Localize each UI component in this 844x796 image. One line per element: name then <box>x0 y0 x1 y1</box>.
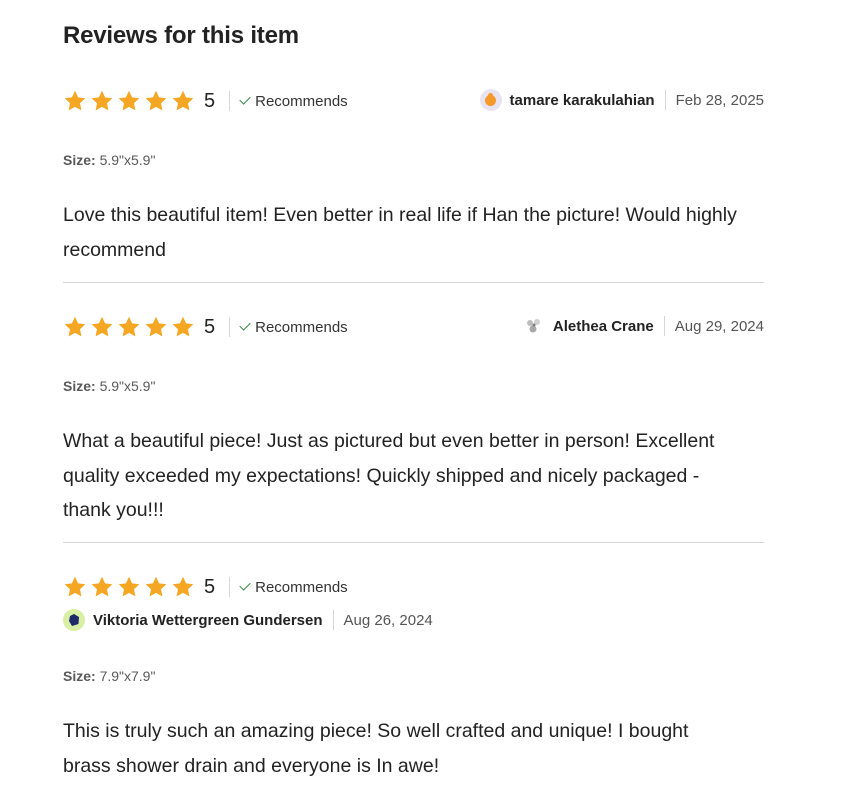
size-label: Size: <box>63 378 96 394</box>
size-info: Size: 7.9"x7.9" <box>63 668 155 684</box>
star-icon <box>171 89 195 113</box>
size-info: Size: 5.9"x5.9" <box>63 152 155 168</box>
size-value: 7.9"x7.9" <box>99 668 156 684</box>
avatar[interactable] <box>479 89 502 111</box>
star-icon <box>63 315 87 339</box>
reviewer-info: tamare karakulahian Feb 28, 2025 <box>479 88 764 112</box>
rating-row: 5 Recommends <box>63 314 348 340</box>
size-value: 5.9"x5.9" <box>99 378 156 394</box>
reviewer-name[interactable]: Alethea Crane <box>553 318 654 335</box>
size-label: Size: <box>63 152 96 168</box>
check-icon <box>239 319 251 331</box>
review-date: Aug 26, 2024 <box>343 611 433 629</box>
size-value: 5.9"x5.9" <box>99 152 156 168</box>
review-divider <box>63 282 764 283</box>
recommends-badge: Recommends <box>239 579 348 596</box>
star-icon <box>63 89 87 113</box>
rating-value: 5 <box>204 89 216 112</box>
reviewer-info: Viktoria Wettergreen Gundersen Aug 26, 2… <box>63 608 433 632</box>
check-icon <box>239 93 251 105</box>
rating-value: 5 <box>204 575 216 598</box>
star-icon <box>171 315 195 339</box>
star-rating <box>63 89 195 113</box>
recommends-label: Recommends <box>255 92 348 110</box>
avatar[interactable] <box>63 609 85 631</box>
review-item: 5 Recommends tamare karakulahian Feb 28,… <box>63 88 764 283</box>
reviewer-info: Alethea Crane Aug 29, 2024 <box>522 314 764 338</box>
star-icon <box>90 315 114 339</box>
star-icon <box>144 315 168 339</box>
review-text: What a beautiful piece! Just as pictured… <box>63 430 715 521</box>
divider <box>663 316 665 336</box>
check-icon <box>239 579 251 591</box>
review-divider <box>63 542 764 543</box>
review-text: This is truly such an amazing piece! So … <box>63 720 689 777</box>
star-icon <box>144 89 168 113</box>
star-icon <box>90 575 114 599</box>
recommends-badge: Recommends <box>239 319 348 336</box>
star-rating <box>63 575 195 599</box>
recommends-label: Recommends <box>255 578 348 596</box>
size-label: Size: <box>63 668 96 684</box>
divider <box>229 577 231 597</box>
star-icon <box>63 575 87 599</box>
reviews-section: Reviews for this item 5 Recommends tamar… <box>0 0 844 796</box>
rating-row: 5 Recommends <box>63 88 348 114</box>
star-icon <box>171 575 195 599</box>
reviewer-name[interactable]: tamare karakulahian <box>510 92 655 109</box>
avatar[interactable] <box>522 315 545 337</box>
review-item: 5 Recommends Alethea Crane Aug 29, 2024 … <box>63 314 764 544</box>
recommends-badge: Recommends <box>239 93 348 110</box>
size-info: Size: 5.9"x5.9" <box>63 378 155 394</box>
review-text: Love this beautiful item! Even better in… <box>63 204 737 261</box>
star-icon <box>117 315 141 339</box>
divider <box>332 610 334 630</box>
star-icon <box>90 89 114 113</box>
reviewer-name[interactable]: Viktoria Wettergreen Gundersen <box>93 612 323 629</box>
divider <box>664 90 666 110</box>
review-item: 5 Recommends Viktoria Wettergreen Gunder… <box>63 574 764 796</box>
rating-row: 5 Recommends <box>63 574 348 600</box>
star-icon <box>144 575 168 599</box>
star-icon <box>117 89 141 113</box>
divider <box>229 91 231 111</box>
review-date: Aug 29, 2024 <box>674 317 764 335</box>
star-rating <box>63 315 195 339</box>
star-icon <box>117 575 141 599</box>
review-date: Feb 28, 2025 <box>675 91 764 109</box>
rating-value: 5 <box>204 315 216 338</box>
divider <box>229 317 231 337</box>
recommends-label: Recommends <box>255 318 348 336</box>
reviews-heading: Reviews for this item <box>63 22 299 49</box>
